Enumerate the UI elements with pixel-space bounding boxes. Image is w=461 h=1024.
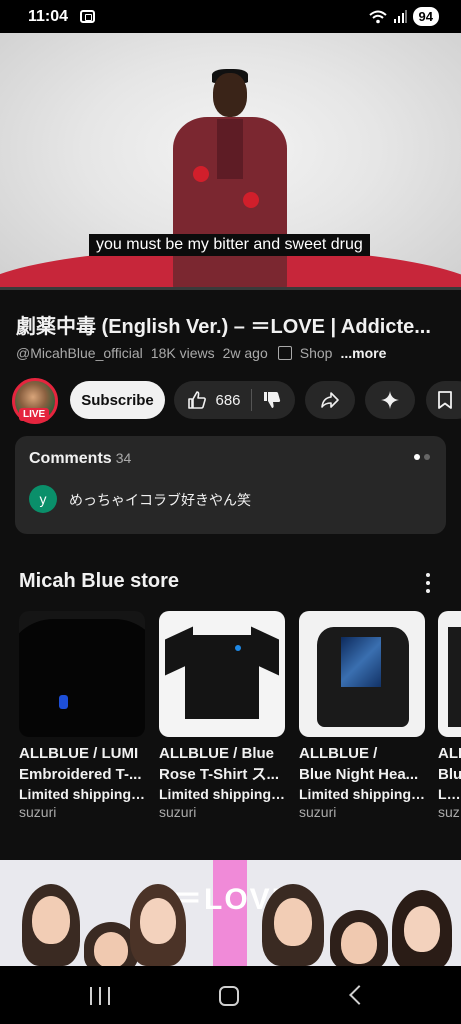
comments-pager-dots bbox=[414, 454, 430, 460]
product-image bbox=[19, 611, 145, 737]
product-name-line1: ALLBLUE / LUMI bbox=[19, 745, 139, 762]
product-card[interactable]: ALL Blu Lim suz bbox=[438, 611, 461, 820]
video-caption: you must be my bitter and sweet drug bbox=[89, 234, 370, 256]
video-progress-bar[interactable] bbox=[0, 287, 461, 290]
product-name-line2: Embroidered T-... bbox=[19, 766, 142, 783]
signal-icon bbox=[393, 10, 407, 23]
video-player[interactable]: you must be my bitter and sweet drug bbox=[0, 33, 461, 290]
product-name-line1: ALLBLUE / bbox=[299, 745, 378, 762]
top-comment-text: めっちゃイコラブ好きやん笑 bbox=[69, 492, 251, 508]
sparkle-icon bbox=[381, 391, 399, 409]
product-name-line2: Blue Night Hea... bbox=[299, 766, 419, 783]
system-nav-bar bbox=[0, 966, 461, 1024]
product-name-line2: Rose T-Shirt ス... bbox=[159, 766, 280, 783]
video-meta[interactable]: @MicahBlue_official 18K views 2w ago Sho… bbox=[16, 345, 386, 361]
product-image bbox=[159, 611, 285, 737]
product-shipping: Lim bbox=[438, 786, 461, 802]
product-name-line1: ALLBLUE / Blue bbox=[159, 745, 274, 762]
product-card[interactable]: ALLBLUE / Blue Night Hea... Limited ship… bbox=[299, 611, 425, 820]
store-title: Micah Blue store bbox=[19, 570, 180, 592]
product-name-line1: ALL bbox=[438, 745, 461, 762]
back-icon[interactable] bbox=[349, 985, 369, 1005]
product-seller: suz bbox=[438, 804, 460, 820]
like-dislike-pill: 686 bbox=[174, 381, 295, 419]
product-image bbox=[438, 611, 461, 737]
channel-handle[interactable]: @MicahBlue_official bbox=[16, 345, 143, 361]
product-seller: suzuri bbox=[19, 804, 57, 820]
shopping-bag-icon bbox=[277, 346, 292, 360]
share-icon bbox=[321, 392, 339, 408]
comments-heading: Comments 34 bbox=[29, 450, 131, 468]
home-icon[interactable] bbox=[219, 986, 239, 1006]
comments-label: Comments bbox=[29, 450, 112, 467]
status-indicators: 94 bbox=[368, 7, 439, 26]
shop-link[interactable]: Shop bbox=[300, 345, 333, 361]
product-card[interactable]: ALLBLUE / Blue Rose T-Shirt ス... Limited… bbox=[159, 611, 285, 820]
comments-count: 34 bbox=[115, 450, 132, 466]
subscribe-button[interactable]: Subscribe bbox=[70, 381, 165, 419]
product-shipping: Limited shipping ... bbox=[19, 786, 145, 802]
like-divider bbox=[250, 389, 252, 411]
product-seller: suzuri bbox=[299, 804, 337, 820]
product-shipping: Limited shipping ... bbox=[159, 786, 285, 802]
bookmark-icon bbox=[438, 391, 452, 409]
next-video-thumbnail[interactable]: ＝LOVE bbox=[0, 860, 461, 966]
recents-icon[interactable] bbox=[90, 987, 110, 1005]
product-name-line2: Blu bbox=[438, 766, 461, 783]
comments-card[interactable]: Comments 34 y めっちゃイコラブ好きやん笑 bbox=[15, 436, 446, 534]
action-row: LIVE Subscribe 686 bbox=[12, 378, 461, 424]
store-menu-icon[interactable] bbox=[418, 571, 438, 595]
battery-level: 94 bbox=[412, 7, 439, 26]
thumbs-up-icon[interactable] bbox=[187, 390, 207, 410]
product-shipping: Limited shipping ... bbox=[299, 786, 425, 802]
screen-record-icon bbox=[80, 10, 96, 23]
save-button[interactable] bbox=[426, 381, 461, 419]
live-badge: LIVE bbox=[19, 408, 50, 421]
view-count: 18K views bbox=[150, 345, 215, 361]
product-image bbox=[299, 611, 425, 737]
more-button[interactable]: ...more bbox=[340, 345, 386, 361]
share-button[interactable] bbox=[305, 381, 355, 419]
product-seller: suzuri bbox=[159, 804, 197, 820]
wifi-icon bbox=[368, 10, 387, 23]
video-title[interactable]: 劇薬中毒 (English Ver.) – ＝LOVE | Addicte... bbox=[16, 310, 446, 339]
product-card[interactable]: ALLBLUE / LUMI Embroidered T-... Limited… bbox=[19, 611, 145, 820]
upload-age: 2w ago bbox=[222, 345, 268, 361]
status-time: 11:04 bbox=[28, 7, 69, 25]
ask-button[interactable] bbox=[365, 381, 415, 419]
status-bar: 11:04 94 bbox=[0, 0, 461, 33]
like-count[interactable]: 686 bbox=[215, 392, 240, 409]
commenter-avatar: y bbox=[29, 485, 57, 513]
thumbs-down-icon[interactable] bbox=[262, 390, 282, 410]
